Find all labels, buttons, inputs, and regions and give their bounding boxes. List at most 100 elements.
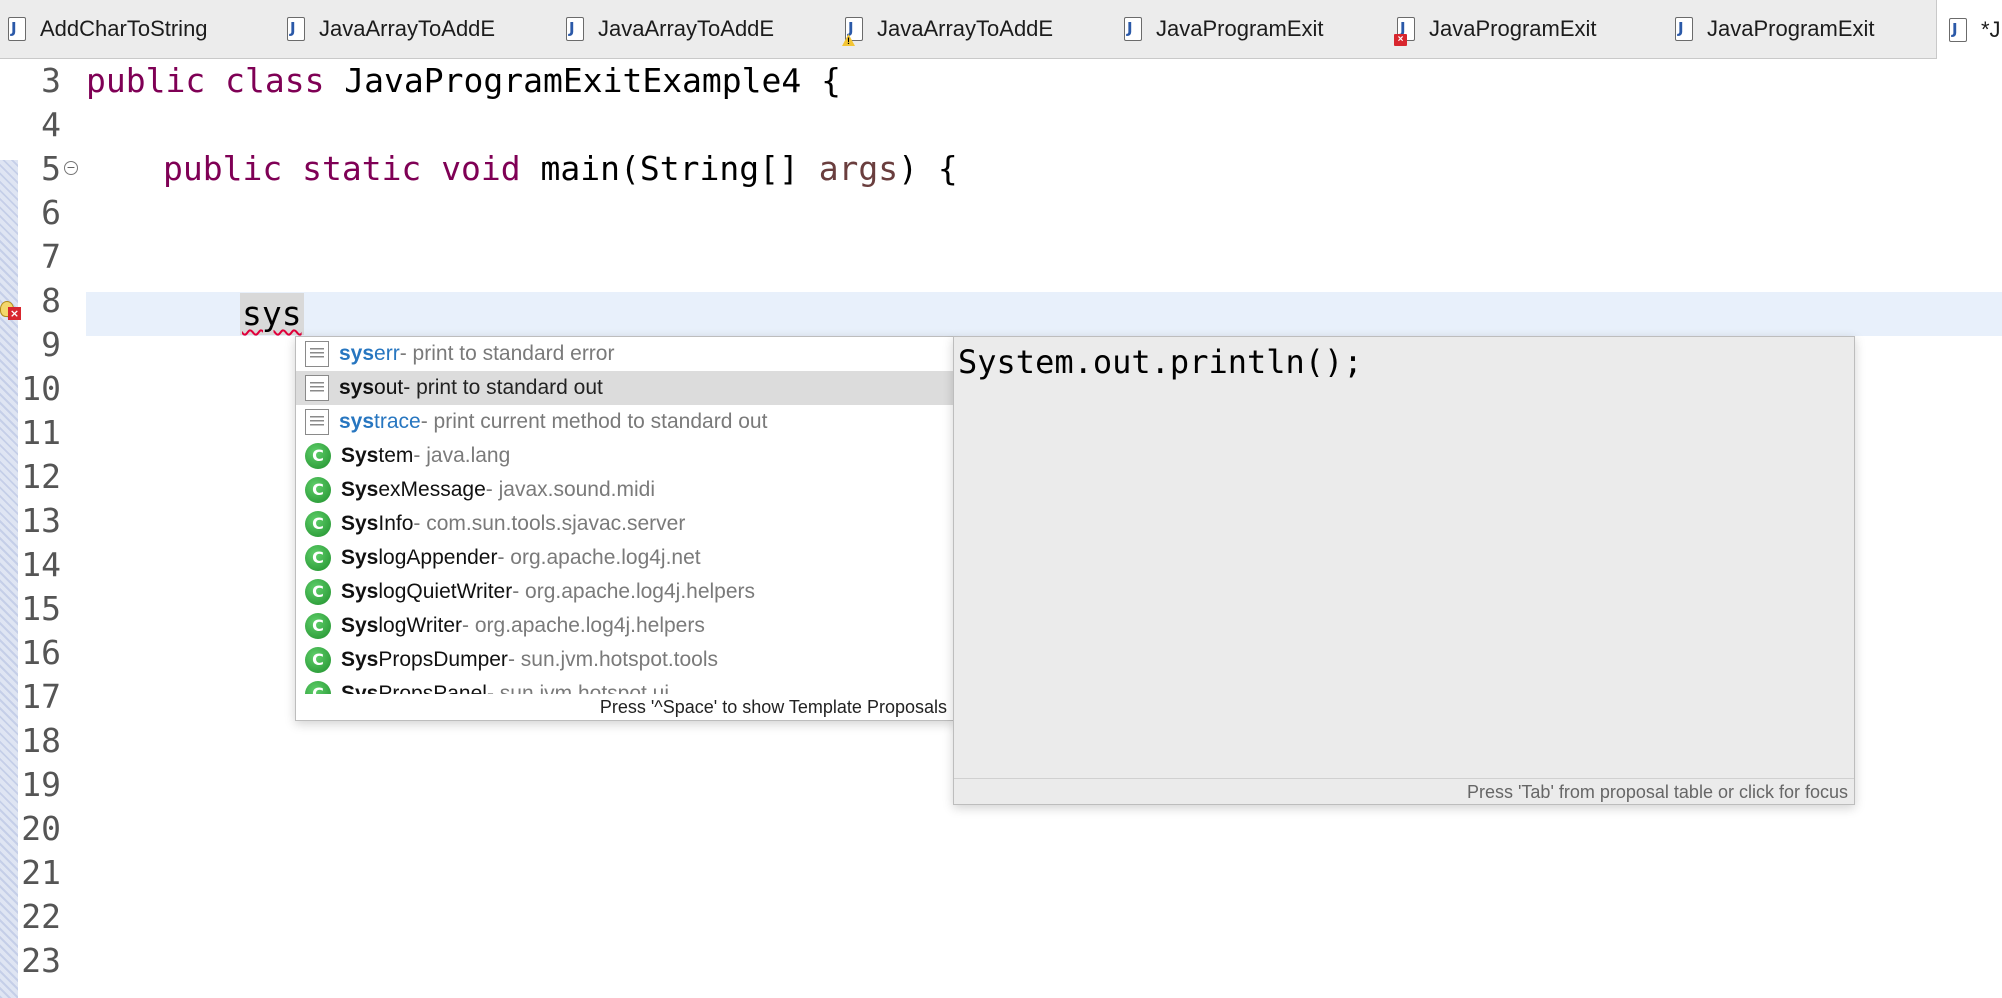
tab-label: JavaProgramExit: [1156, 16, 1324, 41]
proposal-match: sys: [339, 342, 375, 365]
details-footer-hint: Press 'Tab' from proposal table or click…: [954, 778, 1854, 804]
class-icon: C: [305, 613, 331, 639]
code-line: public class JavaProgramExitExample4 {: [86, 61, 841, 100]
tab-label: JavaArrayToAddE: [598, 16, 775, 41]
proposal-item[interactable]: C Sys logWriter - org.apache.log4j.helper…: [296, 609, 953, 643]
proposal-item[interactable]: C Sys logQuietWriter - org.apache.log4j.h…: [296, 575, 953, 609]
java-file-icon: J: [1124, 17, 1142, 41]
proposal-name: logAppender: [378, 546, 498, 569]
line-number: 5: [41, 148, 61, 188]
tab-label: JavaProgramExit: [1707, 16, 1875, 41]
proposal-desc: - org.apache.log4j.helpers: [512, 580, 756, 603]
line-number: 12: [21, 456, 61, 496]
proposal-desc: - org.apache.log4j.helpers: [462, 614, 705, 637]
tab-label: *J: [1981, 16, 2001, 42]
proposal-name: tem: [378, 444, 414, 467]
line-number: 6: [41, 192, 61, 232]
proposal-desc: - print to standard error: [399, 342, 615, 365]
proposal-item[interactable]: C Sys logAppender - org.apache.log4j.net: [296, 541, 953, 575]
line-number: 3: [41, 60, 61, 100]
editor-tab[interactable]: J × JavaProgramExit: [1394, 0, 1597, 58]
keyword: public: [163, 148, 283, 188]
proposal-match: Sys: [341, 614, 379, 637]
line-number: 15: [21, 588, 61, 628]
fold-collapse-icon[interactable]: −: [64, 161, 78, 175]
editor-tab[interactable]: J! JavaArrayToAddE: [842, 0, 1054, 58]
proposal-item[interactable]: C Sys PropsDumper - sun.jvm.hotspot.tools: [296, 643, 953, 677]
editor-tab[interactable]: J AddCharToString: [8, 0, 208, 58]
proposal-match: Sys: [341, 444, 379, 467]
java-file-icon: J: [287, 17, 305, 41]
line-number: 22: [21, 896, 61, 936]
quickfix-error-icon[interactable]: ×: [0, 301, 22, 323]
proposal-item[interactable]: sys trace - print current method to stand…: [296, 405, 953, 439]
line-number: 13: [21, 500, 61, 540]
proposal-match: Sys: [341, 512, 379, 535]
java-file-error-icon: J ×: [1394, 17, 1415, 46]
proposal-item-selected[interactable]: sys out - print to standard out: [296, 371, 953, 405]
proposal-name: PropsDumper: [378, 648, 508, 671]
code-text: main(String[]: [520, 148, 819, 188]
line-number: 19: [21, 764, 61, 804]
template-icon: [305, 341, 329, 367]
line-number: 23: [21, 940, 61, 980]
proposal-item[interactable]: C Sys PropsPanel - sun.jvm.hotspot.ui: [296, 677, 953, 695]
keyword: void: [441, 148, 521, 188]
line-number: 10: [21, 368, 61, 408]
typed-text[interactable]: sys: [240, 293, 304, 335]
proposal-match: sys: [339, 410, 375, 433]
template-icon: [305, 409, 329, 435]
proposal-desc: - javax.sound.midi: [485, 478, 656, 501]
proposal-list[interactable]: sys err - print to standard error sys out …: [296, 337, 953, 695]
editor-tab[interactable]: J JavaProgramExit: [1675, 0, 1875, 58]
proposal-desc: - print current method to standard out: [420, 410, 768, 433]
proposal-match: Sys: [341, 648, 379, 671]
java-file-icon: J: [1675, 17, 1693, 41]
editor-tab[interactable]: J JavaProgramExit: [1124, 0, 1324, 58]
class-icon: C: [305, 511, 331, 537]
java-file-warning-icon: J!: [842, 17, 863, 46]
class-icon: C: [305, 443, 331, 469]
proposal-item[interactable]: sys err - print to standard error: [296, 337, 953, 371]
tab-label: JavaProgramExit: [1429, 16, 1597, 41]
proposal-name: Info: [378, 512, 414, 535]
proposal-match: Sys: [341, 546, 379, 569]
java-file-icon: J: [566, 17, 584, 41]
proposal-item[interactable]: C Sys tem - java.lang: [296, 439, 953, 473]
line-number: 4: [41, 104, 61, 144]
proposal-match: Sys: [341, 478, 379, 501]
template-icon: [305, 375, 329, 401]
line-number: 16: [21, 632, 61, 672]
editor-tab-active[interactable]: J *J: [1936, 0, 2002, 59]
keyword: static: [302, 148, 422, 188]
proposal-name: logWriter: [378, 614, 463, 637]
proposal-item[interactable]: C Sys Info - com.sun.tools.sjavac.server: [296, 507, 953, 541]
proposal-desc: - org.apache.log4j.net: [497, 546, 701, 569]
line-number: 20: [21, 808, 61, 848]
proposal-name: logQuietWriter: [378, 580, 513, 603]
java-file-icon: J: [8, 17, 26, 41]
line-number: 14: [21, 544, 61, 584]
tab-label: JavaArrayToAddE: [319, 16, 496, 41]
proposal-details-popup[interactable]: System.out.println(); Press 'Tab' from p…: [953, 336, 1855, 805]
proposal-desc: - com.sun.tools.sjavac.server: [413, 512, 686, 535]
editor-tab[interactable]: J JavaArrayToAddE: [566, 0, 774, 58]
tab-label: JavaArrayToAddE: [877, 16, 1054, 41]
class-icon: C: [305, 477, 331, 503]
line-number: 11: [21, 412, 61, 452]
template-preview: System.out.println();: [958, 343, 1363, 381]
line-number: 7: [41, 236, 61, 276]
content-assist-popup[interactable]: sys err - print to standard error sys out …: [295, 336, 954, 721]
keyword: public: [86, 60, 206, 100]
editor-tab-bar: J AddCharToString J JavaArrayToAddE J Ja…: [0, 0, 2002, 59]
proposal-match: Sys: [341, 580, 379, 603]
proposal-name: exMessage: [378, 478, 486, 501]
editor-tab[interactable]: J JavaArrayToAddE: [287, 0, 495, 58]
class-icon: C: [305, 681, 331, 695]
line-number: 9: [41, 324, 61, 364]
line-number: 17: [21, 676, 61, 716]
class-icon: C: [305, 545, 331, 571]
java-file-icon: J: [1949, 17, 1967, 42]
proposal-desc: - sun.jvm.hotspot.tools: [507, 648, 719, 671]
proposal-item[interactable]: C Sys exMessage - javax.sound.midi: [296, 473, 953, 507]
